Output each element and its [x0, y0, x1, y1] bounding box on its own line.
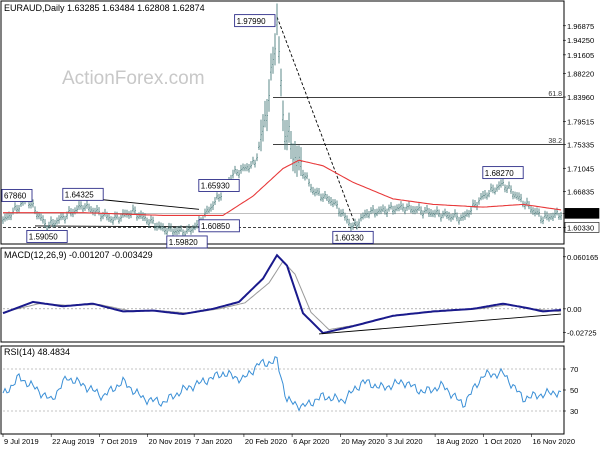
price-tick-label: 1.75335	[567, 141, 594, 150]
macd-trendline	[318, 313, 562, 335]
price-tick-label: 1.66835	[567, 187, 594, 196]
x-tick-label: 3 Jul 2020	[388, 437, 423, 446]
price-annotation: 1.60850	[201, 222, 230, 231]
x-tick-label: 6 Apr 2020	[293, 437, 329, 446]
price-tick-label: 1.96875	[567, 22, 594, 31]
x-tick-label: 22 Aug 2019	[52, 437, 94, 446]
price-bars	[2, 3, 562, 240]
macd-layer	[2, 253, 563, 335]
price-annotation: 1.97990	[237, 17, 266, 26]
price-annotation: 1.65930	[201, 182, 230, 191]
rsi-tick-label: 50	[570, 386, 578, 395]
x-tick-label: 7 Jan 2020	[195, 437, 232, 446]
macd-tick-label: -0.02725	[567, 328, 597, 337]
x-tick-label: 16 Nov 2020	[532, 437, 575, 446]
macd-tick-label: 0.060165	[567, 253, 598, 262]
x-tick-label: 1 Oct 2020	[484, 437, 521, 446]
price-annotation: 1.59820	[169, 238, 198, 247]
price-tick-label: 1.79515	[567, 118, 594, 127]
price-tick-label: 1.83960	[567, 93, 594, 102]
macd-tick-label: 0.00	[567, 305, 582, 314]
fib-label-61.8: 61.8	[548, 91, 562, 98]
price-tick-label: 1.60330	[567, 223, 594, 232]
rsi-tick-label: 70	[570, 365, 578, 374]
price-annotation: 1.59050	[29, 233, 58, 242]
price-annotation: 1.68270	[485, 169, 514, 178]
price-tick-label: 1.91605	[567, 51, 594, 60]
lower-trendline	[34, 225, 228, 228]
price-tick-label: 1.94250	[567, 36, 594, 45]
x-tick-label: 20 May 2020	[341, 437, 384, 446]
macd-line	[2, 253, 562, 335]
price-annotation: 1.64325	[65, 191, 94, 200]
chart-canvas: ActionForex.com EURAUD,Daily 1.63285 1.6…	[0, 0, 600, 446]
rsi-header: RSI(14) 48.4834	[4, 347, 70, 357]
fib-label-38.2: 38.2	[548, 138, 562, 145]
watermark: ActionForex.com	[62, 68, 205, 89]
price-annotation: 1.60330	[335, 234, 364, 243]
rsi-tick-label: 30	[570, 407, 578, 416]
x-tick-label: 20 Nov 2019	[149, 437, 192, 446]
rsi-line	[2, 356, 562, 412]
macd-signal-line	[2, 260, 562, 331]
x-tick-label: 18 Aug 2020	[436, 437, 478, 446]
price-tick-label: 1.71045	[567, 164, 594, 173]
x-tick-label: 9 Jul 2019	[4, 437, 39, 446]
x-tick-label: 7 Oct 2019	[100, 437, 137, 446]
macd-header: MACD(12,26,9) -0.001207 -0.003429	[4, 250, 153, 260]
price-tick-label: 1.88220	[567, 70, 594, 79]
price-header: EURAUD,Daily 1.63285 1.63484 1.62808 1.6…	[4, 3, 205, 13]
price-annotation: 67860	[4, 192, 27, 201]
price-tick-label: 1.62874	[567, 209, 594, 218]
rsi-layer	[2, 356, 563, 412]
x-tick-label: 20 Feb 2020	[245, 437, 287, 446]
rsi-panel	[0, 345, 565, 435]
price-layer: 61.838.21.979901.643251.590501.598201.60…	[1, 3, 563, 249]
